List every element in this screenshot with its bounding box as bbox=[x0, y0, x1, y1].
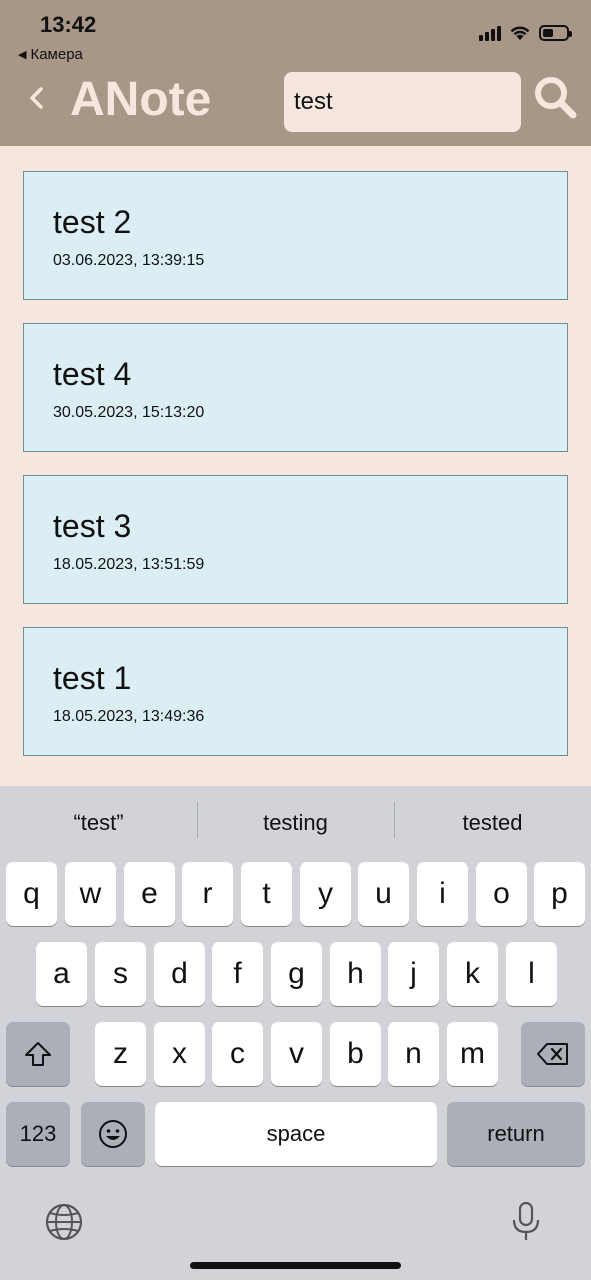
battery-icon bbox=[539, 24, 572, 41]
backspace-key[interactable] bbox=[521, 1022, 585, 1086]
key-n[interactable]: n bbox=[388, 1022, 439, 1086]
key-g[interactable]: g bbox=[271, 942, 322, 1006]
key-x[interactable]: x bbox=[154, 1022, 205, 1086]
key-h[interactable]: h bbox=[330, 942, 381, 1006]
search-input[interactable] bbox=[284, 72, 521, 132]
key-o[interactable]: o bbox=[476, 862, 527, 926]
key-e[interactable]: e bbox=[124, 862, 175, 926]
key-d[interactable]: d bbox=[154, 942, 205, 1006]
key-k[interactable]: k bbox=[447, 942, 498, 1006]
status-icons bbox=[479, 24, 572, 41]
key-z[interactable]: z bbox=[95, 1022, 146, 1086]
note-title: test 4 bbox=[53, 356, 132, 392]
note-card[interactable]: test 1 18.05.2023, 13:49:36 bbox=[23, 627, 568, 756]
note-card[interactable]: test 2 03.06.2023, 13:39:15 bbox=[23, 171, 568, 300]
emoji-icon bbox=[99, 1120, 127, 1148]
wifi-icon bbox=[510, 26, 530, 40]
key-f[interactable]: f bbox=[212, 942, 263, 1006]
note-date: 30.05.2023, 15:13:20 bbox=[53, 404, 205, 421]
search-icon[interactable] bbox=[532, 74, 578, 120]
key-y[interactable]: y bbox=[300, 862, 351, 926]
onscreen-keyboard: “test” testing tested q w e r t y u i o … bbox=[0, 786, 591, 1280]
back-triangle-icon: ◀ bbox=[18, 49, 27, 61]
key-v[interactable]: v bbox=[271, 1022, 322, 1086]
shift-icon bbox=[25, 1042, 51, 1066]
key-w[interactable]: w bbox=[65, 862, 116, 926]
note-card[interactable]: test 3 18.05.2023, 13:51:59 bbox=[23, 475, 568, 604]
app-title: ANote bbox=[70, 73, 212, 126]
key-s[interactable]: s bbox=[95, 942, 146, 1006]
key-t[interactable]: t bbox=[241, 862, 292, 926]
note-card[interactable]: test 4 30.05.2023, 15:13:20 bbox=[23, 323, 568, 452]
home-indicator[interactable] bbox=[190, 1262, 401, 1269]
key-a[interactable]: a bbox=[36, 942, 87, 1006]
back-chevron-icon[interactable] bbox=[24, 80, 52, 116]
shift-key[interactable] bbox=[6, 1022, 70, 1086]
notes-list: test 2 03.06.2023, 13:39:15 test 4 30.05… bbox=[23, 171, 568, 779]
globe-icon[interactable] bbox=[44, 1202, 84, 1242]
microphone-icon[interactable] bbox=[510, 1200, 542, 1244]
status-time: 13:42 bbox=[40, 12, 97, 37]
suggestion-item[interactable]: “test” bbox=[0, 810, 197, 836]
back-to-app-link[interactable]: ◀ Камера bbox=[18, 46, 83, 63]
key-j[interactable]: j bbox=[388, 942, 439, 1006]
backspace-icon bbox=[537, 1043, 568, 1065]
return-key[interactable]: return bbox=[447, 1102, 585, 1166]
key-p[interactable]: p bbox=[534, 862, 585, 926]
note-date: 18.05.2023, 13:51:59 bbox=[53, 556, 205, 573]
key-b[interactable]: b bbox=[330, 1022, 381, 1086]
note-date: 03.06.2023, 13:39:15 bbox=[53, 252, 205, 269]
cellular-signal-icon bbox=[479, 25, 501, 41]
suggestion-item[interactable]: testing bbox=[197, 802, 394, 838]
numbers-key[interactable]: 123 bbox=[6, 1102, 70, 1166]
note-title: test 3 bbox=[53, 508, 132, 544]
space-key[interactable]: space bbox=[155, 1102, 437, 1166]
suggestion-item[interactable]: tested bbox=[394, 802, 591, 838]
suggestion-bar: “test” testing tested bbox=[0, 786, 591, 860]
app-header: 13:42 ◀ Камера ANote bbox=[0, 0, 591, 146]
back-app-label: Камера bbox=[30, 46, 83, 63]
emoji-key[interactable] bbox=[81, 1102, 145, 1166]
note-date: 18.05.2023, 13:49:36 bbox=[53, 708, 205, 725]
key-l[interactable]: l bbox=[506, 942, 557, 1006]
key-r[interactable]: r bbox=[182, 862, 233, 926]
note-title: test 1 bbox=[53, 660, 132, 696]
key-q[interactable]: q bbox=[6, 862, 57, 926]
key-m[interactable]: m bbox=[447, 1022, 498, 1086]
key-c[interactable]: c bbox=[212, 1022, 263, 1086]
key-u[interactable]: u bbox=[358, 862, 409, 926]
key-i[interactable]: i bbox=[417, 862, 468, 926]
note-title: test 2 bbox=[53, 204, 132, 240]
